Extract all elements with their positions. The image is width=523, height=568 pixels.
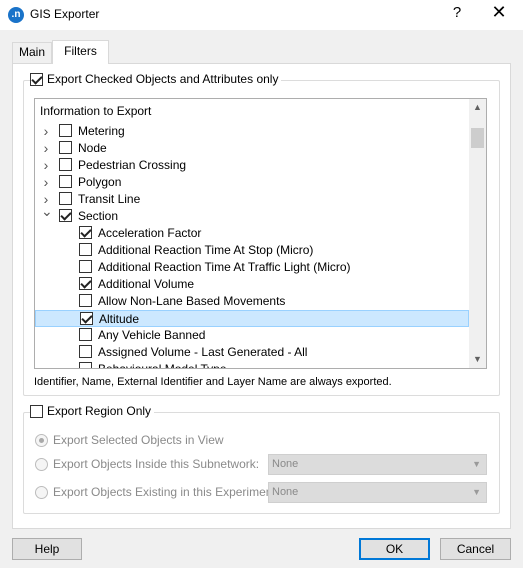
list-header: Information to Export [40, 104, 152, 118]
radio-button[interactable] [35, 485, 48, 499]
scroll-down-icon[interactable]: ▼ [469, 351, 486, 368]
ok-button[interactable]: OK [359, 538, 430, 560]
tree-row-label: Polygon [78, 175, 122, 189]
app-icon: .n [8, 7, 24, 23]
tab-main[interactable]: Main [12, 42, 52, 63]
tree-row[interactable]: Acceleration Factor [35, 225, 469, 242]
tree-row-label: Transit Line [78, 192, 141, 206]
radio-button[interactable] [35, 433, 48, 447]
tree-row[interactable]: › Pedestrian Crossing [35, 157, 469, 174]
chevron-down-icon: ▼ [472, 487, 481, 497]
tree-row[interactable]: Any Vehicle Banned [35, 327, 469, 344]
tree-row-checkbox[interactable] [79, 362, 92, 368]
tree-row-label: Node [78, 141, 107, 155]
tab-filters[interactable]: Filters [52, 40, 109, 64]
help-button[interactable]: Help [12, 538, 82, 560]
experiment-select-value: None [272, 486, 299, 498]
tree-row-label: Metering [78, 124, 125, 138]
export-checked-title[interactable]: Export Checked Objects and Attributes on… [30, 72, 282, 86]
tree-row-label: Section [78, 209, 119, 223]
export-region-label: Export Region Only [47, 404, 152, 418]
chevron-right-icon[interactable]: › [41, 174, 51, 190]
tree-row-checkbox[interactable] [59, 175, 72, 188]
tree-row[interactable]: Additional Reaction Time At Traffic Ligh… [35, 259, 469, 276]
radio-in-experiment[interactable]: Export Objects Existing in this Experime… [35, 485, 279, 499]
tree-row-label: Pedestrian Crossing [78, 158, 187, 172]
tree-row-checkbox[interactable] [59, 124, 72, 137]
tree-row-label: Additional Reaction Time At Traffic Ligh… [98, 260, 351, 274]
export-region-checkbox[interactable] [30, 404, 43, 418]
tree-row-label: Additional Reaction Time At Stop (Micro) [98, 243, 314, 257]
window-title: GIS Exporter [30, 7, 100, 21]
scroll-up-icon[interactable]: ▲ [469, 99, 486, 116]
tree-row-checkbox[interactable] [79, 277, 92, 290]
tree-row-checkbox[interactable] [79, 328, 92, 341]
experiment-select[interactable]: None ▼ [268, 482, 487, 503]
chevron-right-icon[interactable]: › [41, 157, 51, 173]
tree-row-checkbox[interactable] [59, 158, 72, 171]
radio-selected-objects[interactable]: Export Selected Objects in View [35, 433, 224, 447]
radio-label: Export Objects Inside this Subnetwork: [53, 457, 260, 471]
tree-row[interactable]: › Polygon [35, 174, 469, 191]
tree-row-checkbox[interactable] [59, 141, 72, 154]
tree-row[interactable]: Additional Volume [35, 276, 469, 293]
tree-row[interactable]: Assigned Volume - Last Generated - All [35, 344, 469, 361]
export-checked-checkbox[interactable] [30, 72, 43, 86]
information-to-export-tree[interactable]: Information to Export › Metering › Node › Ped… [34, 98, 487, 369]
chevron-down-icon[interactable]: ⌄ [41, 203, 53, 220]
help-icon[interactable]: ? [450, 4, 464, 21]
tree-row-label: Behavioural Model Type [98, 362, 227, 369]
title-bar: .n GIS Exporter ? ✕ [0, 0, 523, 30]
tree-row-checkbox[interactable] [79, 294, 92, 307]
tree-row-checkbox[interactable] [59, 192, 72, 205]
radio-button[interactable] [35, 457, 48, 471]
radio-label: Export Objects Existing in this Experime… [53, 485, 280, 499]
tree-row-label: Altitude [99, 312, 140, 326]
radio-label: Export Selected Objects in View [53, 433, 224, 447]
tree-row-checkbox[interactable] [79, 243, 92, 256]
tree-row[interactable]: › Metering [35, 123, 469, 140]
radio-inside-subnetwork[interactable]: Export Objects Inside this Subnetwork: [35, 457, 259, 471]
tree-scrollbar[interactable]: ▲ ▼ [469, 99, 486, 368]
tree-row[interactable]: Behavioural Model Type [35, 361, 469, 369]
chevron-down-icon: ▼ [472, 459, 481, 469]
close-icon[interactable]: ✕ [490, 2, 508, 23]
tree-row[interactable]: Additional Reaction Time At Stop (Micro) [35, 242, 469, 259]
tree-row[interactable]: Altitude [35, 310, 469, 327]
subnetwork-select-value: None [272, 458, 299, 470]
export-checked-label: Export Checked Objects and Attributes on… [47, 72, 279, 86]
scroll-thumb[interactable] [471, 128, 484, 148]
tree-row[interactable]: › Transit Line [35, 191, 469, 208]
tree-row[interactable]: › Node [35, 140, 469, 157]
chevron-right-icon[interactable]: › [41, 140, 51, 156]
chevron-right-icon[interactable]: › [41, 123, 51, 139]
cancel-button[interactable]: Cancel [440, 538, 511, 560]
tree-row-checkbox[interactable] [59, 209, 72, 222]
tree-row[interactable]: Allow Non-Lane Based Movements [35, 293, 469, 310]
tree-row-label: Allow Non-Lane Based Movements [98, 294, 286, 308]
tree-row-checkbox[interactable] [79, 345, 92, 358]
tree-row-label: Any Vehicle Banned [98, 328, 206, 342]
tree-row-checkbox[interactable] [80, 312, 93, 325]
tree-row-checkbox[interactable] [79, 260, 92, 273]
subnetwork-select[interactable]: None ▼ [268, 454, 487, 475]
tree-row-label: Acceleration Factor [98, 226, 202, 240]
tree-row[interactable]: ⌄ Section [35, 203, 469, 225]
export-region-title[interactable]: Export Region Only [30, 404, 155, 418]
always-exported-note: Identifier, Name, External Identifier an… [34, 376, 392, 388]
tree-row-label: Additional Volume [98, 277, 195, 291]
tree-row-label: Assigned Volume - Last Generated - All [98, 345, 308, 359]
tree-row-checkbox[interactable] [79, 226, 92, 239]
